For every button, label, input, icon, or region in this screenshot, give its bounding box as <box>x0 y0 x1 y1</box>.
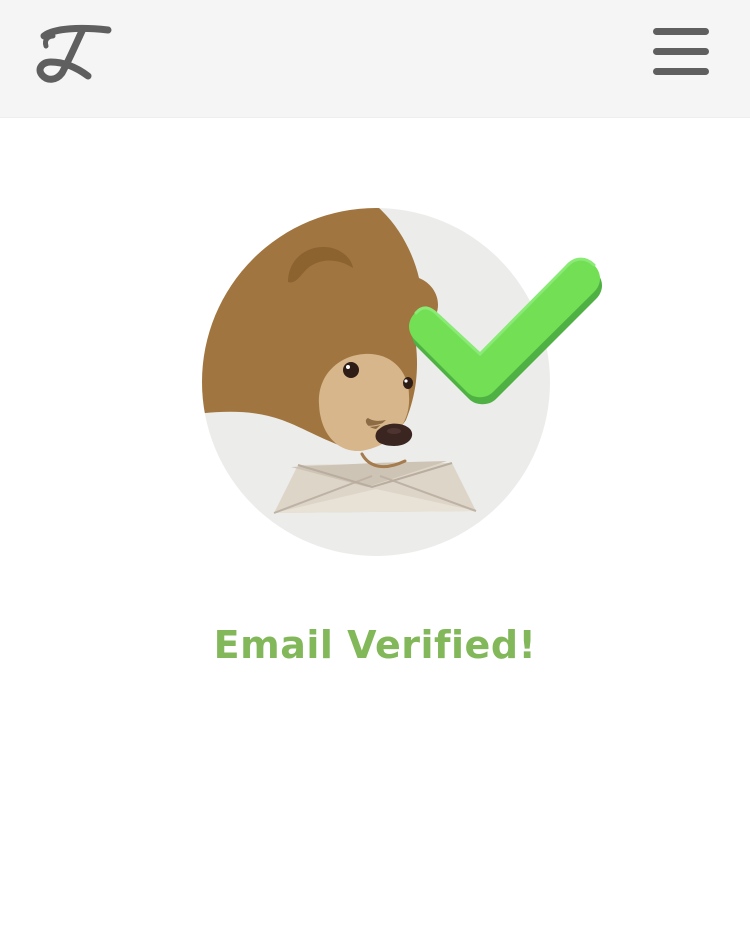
email-verified-title: Email Verified! <box>213 623 537 667</box>
menu-bar <box>653 28 709 35</box>
bear-envelope-checkmark-icon <box>196 200 626 560</box>
hamburger-menu-icon[interactable] <box>650 26 712 80</box>
menu-bar <box>653 68 709 75</box>
tunnelbear-logo-icon[interactable] <box>36 22 116 84</box>
top-header <box>0 0 750 118</box>
menu-bar <box>653 48 709 55</box>
email-verified-page: Email Verified! <box>0 0 750 940</box>
